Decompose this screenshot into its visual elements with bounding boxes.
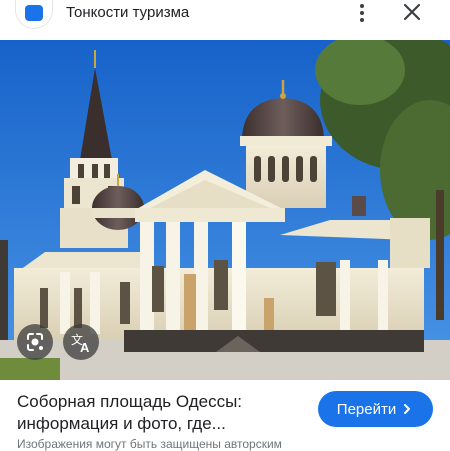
site-favicon[interactable]	[16, 0, 52, 28]
svg-text:A: A	[80, 340, 90, 355]
translate-icon: 文 A	[71, 332, 90, 355]
google-lens-button[interactable]	[17, 324, 53, 360]
more-vert-dot	[360, 18, 364, 22]
site-name[interactable]: Тонкости туризма	[66, 4, 189, 22]
google-lens-icon	[27, 333, 43, 351]
result-title[interactable]: Соборная площадь Одессы: информация и фо…	[17, 391, 297, 435]
more-options-button[interactable]	[350, 0, 374, 26]
visit-button[interactable]: Перейти	[318, 391, 433, 427]
visit-button-label: Перейти	[336, 400, 397, 418]
close-button[interactable]	[398, 0, 426, 26]
close-icon	[403, 3, 421, 21]
top-bar: Тонкости туризма	[0, 0, 450, 40]
tourism-logo-icon	[25, 5, 43, 21]
more-vert-dot	[360, 11, 364, 15]
copyright-note: Изображения могут быть защищены авторски…	[17, 437, 282, 451]
chevron-right-icon	[404, 404, 411, 414]
translate-button[interactable]: 文 A	[63, 324, 99, 360]
more-vert-icon	[360, 4, 364, 8]
